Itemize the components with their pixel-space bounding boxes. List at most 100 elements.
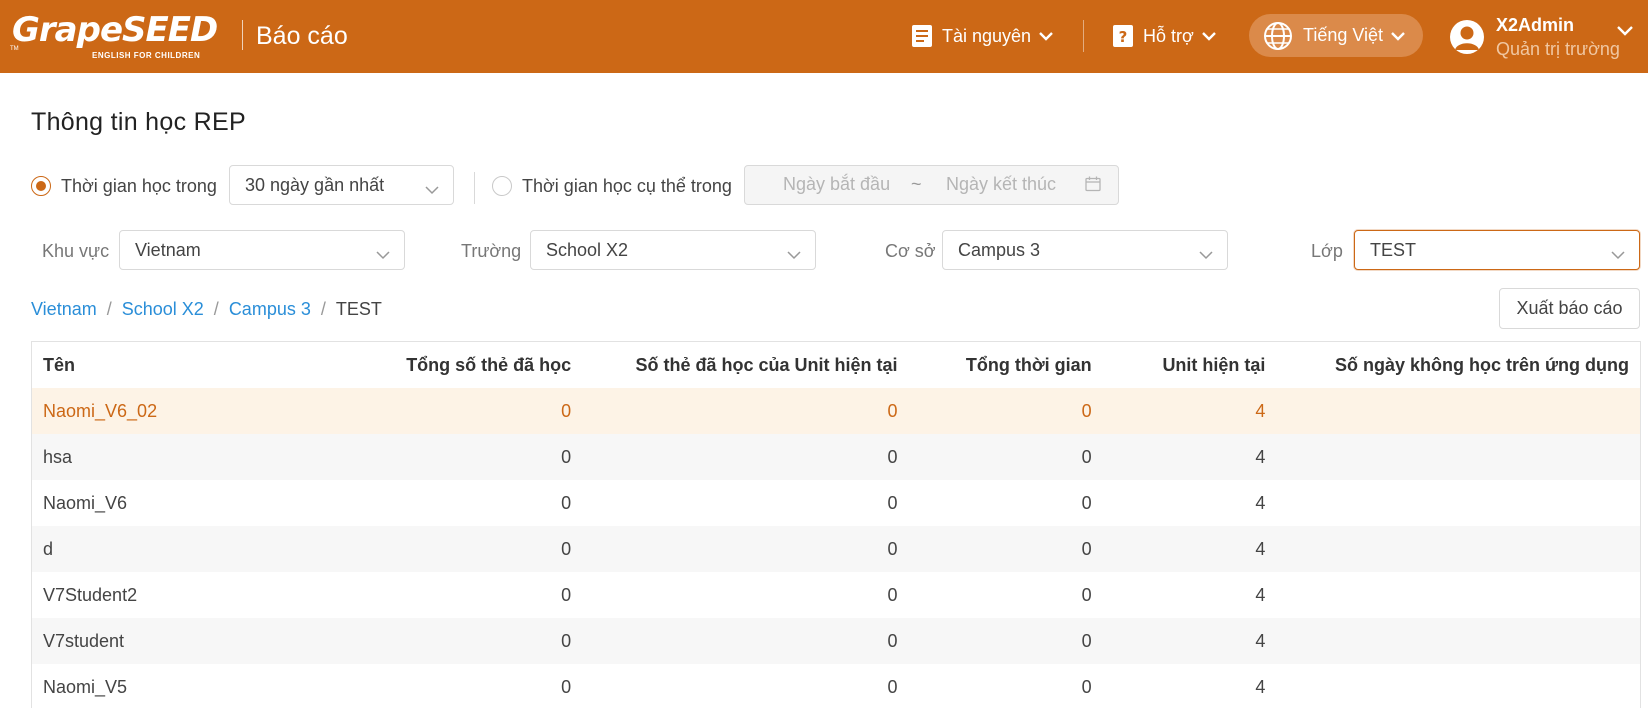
logo-trademark: TM (10, 46, 19, 52)
total-time-cell: 0 (1081, 492, 1092, 513)
table-row[interactable]: Naomi_V5 0 0 0 4 (32, 664, 1640, 708)
logo-tagline: ENGLISH FOR CHILDREN (92, 51, 201, 60)
inactive-days-cell (1276, 388, 1640, 434)
campus-label: Cơ sở (885, 241, 936, 261)
date-range-picker[interactable]: Ngày bắt đầu ~ Ngày kết thúc (744, 165, 1119, 205)
total-cards-cell: 0 (373, 434, 583, 480)
specific-time-label: Thời gian học cụ thể trong (522, 176, 732, 196)
region-label: Khu vực (42, 241, 110, 261)
total-time-cell: 0 (908, 434, 1103, 480)
chevron-down-icon (425, 179, 439, 200)
column-header-total-time[interactable]: Tổng thời gian (908, 342, 1103, 388)
user-role: Quản trị trường (1496, 39, 1620, 59)
unit-cards-cell: 0 (887, 676, 898, 697)
current-unit-cell: 4 (1102, 434, 1277, 480)
table-row[interactable]: d 0 0 0 4 (32, 526, 1640, 572)
chevron-down-icon (1199, 244, 1213, 265)
language-selector[interactable]: Tiếng Việt (1249, 14, 1423, 57)
table-row[interactable]: Naomi_V6 0 0 0 4 (32, 480, 1640, 526)
specific-time-radio[interactable] (492, 176, 512, 196)
current-unit-cell: 4 (1255, 584, 1266, 605)
table-header-row: Tên Tổng số thẻ đã học Số thẻ đã học của… (32, 342, 1640, 388)
breadcrumb-school-link[interactable]: School X2 (122, 299, 204, 319)
resources-menu[interactable]: Tài nguyên (912, 20, 1053, 52)
app-title: Báo cáo (256, 22, 348, 50)
total-cards-cell: 0 (561, 584, 572, 605)
total-time-cell: 0 (908, 618, 1103, 664)
breadcrumb-campus-link[interactable]: Campus 3 (229, 299, 311, 319)
current-unit-cell: 4 (1255, 492, 1266, 513)
table-row[interactable]: Naomi_V6_02 0 0 0 4 (32, 388, 1640, 434)
inactive-days-cell (1276, 526, 1640, 572)
document-icon (912, 25, 932, 47)
class-select[interactable]: TEST (1354, 230, 1640, 270)
column-header-total-cards[interactable]: Tổng số thẻ đã học (373, 342, 583, 388)
breadcrumb-separator: / (106, 299, 112, 319)
table-row[interactable]: hsa 0 0 0 4 (32, 434, 1640, 480)
column-header-unit-cards[interactable]: Số thẻ đã học của Unit hiện tại (582, 342, 909, 388)
student-name-cell: Naomi_V6 (43, 492, 128, 513)
app-header: GrapeSEED TM ENGLISH FOR CHILDREN Báo cá… (0, 0, 1648, 73)
column-header-current-unit[interactable]: Unit hiện tại (1102, 342, 1277, 388)
school-select[interactable]: School X2 (530, 230, 816, 270)
chevron-down-icon (376, 244, 390, 265)
time-in-label: Thời gian học trong (61, 176, 217, 196)
nav-separator (1083, 20, 1084, 52)
total-time-cell: 0 (1081, 676, 1092, 697)
time-range-select[interactable]: 30 ngày gần nhất (229, 165, 454, 205)
unit-cards-cell: 0 (582, 388, 909, 434)
inactive-days-cell (1276, 618, 1640, 664)
region-select[interactable]: Vietnam (119, 230, 405, 270)
language-label: Tiếng Việt (1303, 25, 1384, 45)
user-info: X2Admin Quản trị trường (1496, 13, 1620, 61)
unit-cards-cell: 0 (582, 618, 909, 664)
class-label: Lớp (1311, 241, 1343, 261)
breadcrumb-separator: / (320, 299, 326, 319)
column-header-inactive-days[interactable]: Số ngày không học trên ứng dụng (1276, 342, 1640, 388)
calendar-icon (1085, 176, 1101, 197)
chevron-down-icon (1201, 31, 1216, 41)
start-date-input[interactable]: Ngày bắt đầu (783, 174, 890, 195)
filter-separator (474, 172, 475, 204)
user-menu[interactable]: X2Admin Quản trị trường (1450, 12, 1633, 62)
current-unit-cell: 4 (1102, 618, 1277, 664)
globe-icon (1263, 21, 1293, 51)
unit-cards-cell: 0 (582, 526, 909, 572)
unit-cards-cell: 0 (887, 584, 898, 605)
student-name-cell: Naomi_V6_02 (32, 388, 374, 434)
support-label: Hỗ trợ (1143, 25, 1194, 46)
svg-text:?: ? (1119, 28, 1128, 46)
page-title: Thông tin học REP (31, 108, 246, 136)
inactive-days-cell (1276, 572, 1640, 618)
chevron-down-icon (1039, 31, 1053, 41)
export-report-button[interactable]: Xuất báo cáo (1499, 288, 1640, 329)
unit-cards-cell: 0 (582, 434, 909, 480)
current-unit-cell: 4 (1102, 526, 1277, 572)
inactive-days-cell (1276, 664, 1640, 708)
user-name: X2Admin (1496, 15, 1575, 35)
end-date-input[interactable]: Ngày kết thúc (946, 174, 1056, 195)
chevron-down-icon (1617, 22, 1633, 42)
chevron-down-icon (1611, 244, 1625, 265)
support-menu[interactable]: ? Hỗ trợ (1113, 20, 1216, 52)
chevron-down-icon (787, 244, 801, 265)
school-label: Trường (461, 241, 522, 261)
total-time-cell: 0 (908, 526, 1103, 572)
student-name-cell: Naomi_V5 (43, 676, 128, 697)
resources-label: Tài nguyên (942, 25, 1032, 46)
inactive-days-cell (1276, 434, 1640, 480)
campus-select[interactable]: Campus 3 (942, 230, 1228, 270)
user-avatar-icon (1450, 20, 1484, 54)
chevron-down-icon (1391, 31, 1405, 41)
date-range-separator: ~ (911, 174, 922, 194)
student-name-cell: hsa (32, 434, 374, 480)
table-row[interactable]: V7Student2 0 0 0 4 (32, 572, 1640, 618)
column-header-name[interactable]: Tên (32, 342, 374, 388)
breadcrumb-region-link[interactable]: Vietnam (31, 299, 97, 319)
table-row[interactable]: V7student 0 0 0 4 (32, 618, 1640, 664)
time-range-value: 30 ngày gần nhất (245, 174, 385, 195)
class-value: TEST (1370, 239, 1417, 260)
campus-value: Campus 3 (958, 239, 1041, 260)
time-in-radio[interactable] (31, 176, 51, 196)
grapeseed-logo[interactable]: GrapeSEED TM ENGLISH FOR CHILDREN (10, 10, 232, 62)
